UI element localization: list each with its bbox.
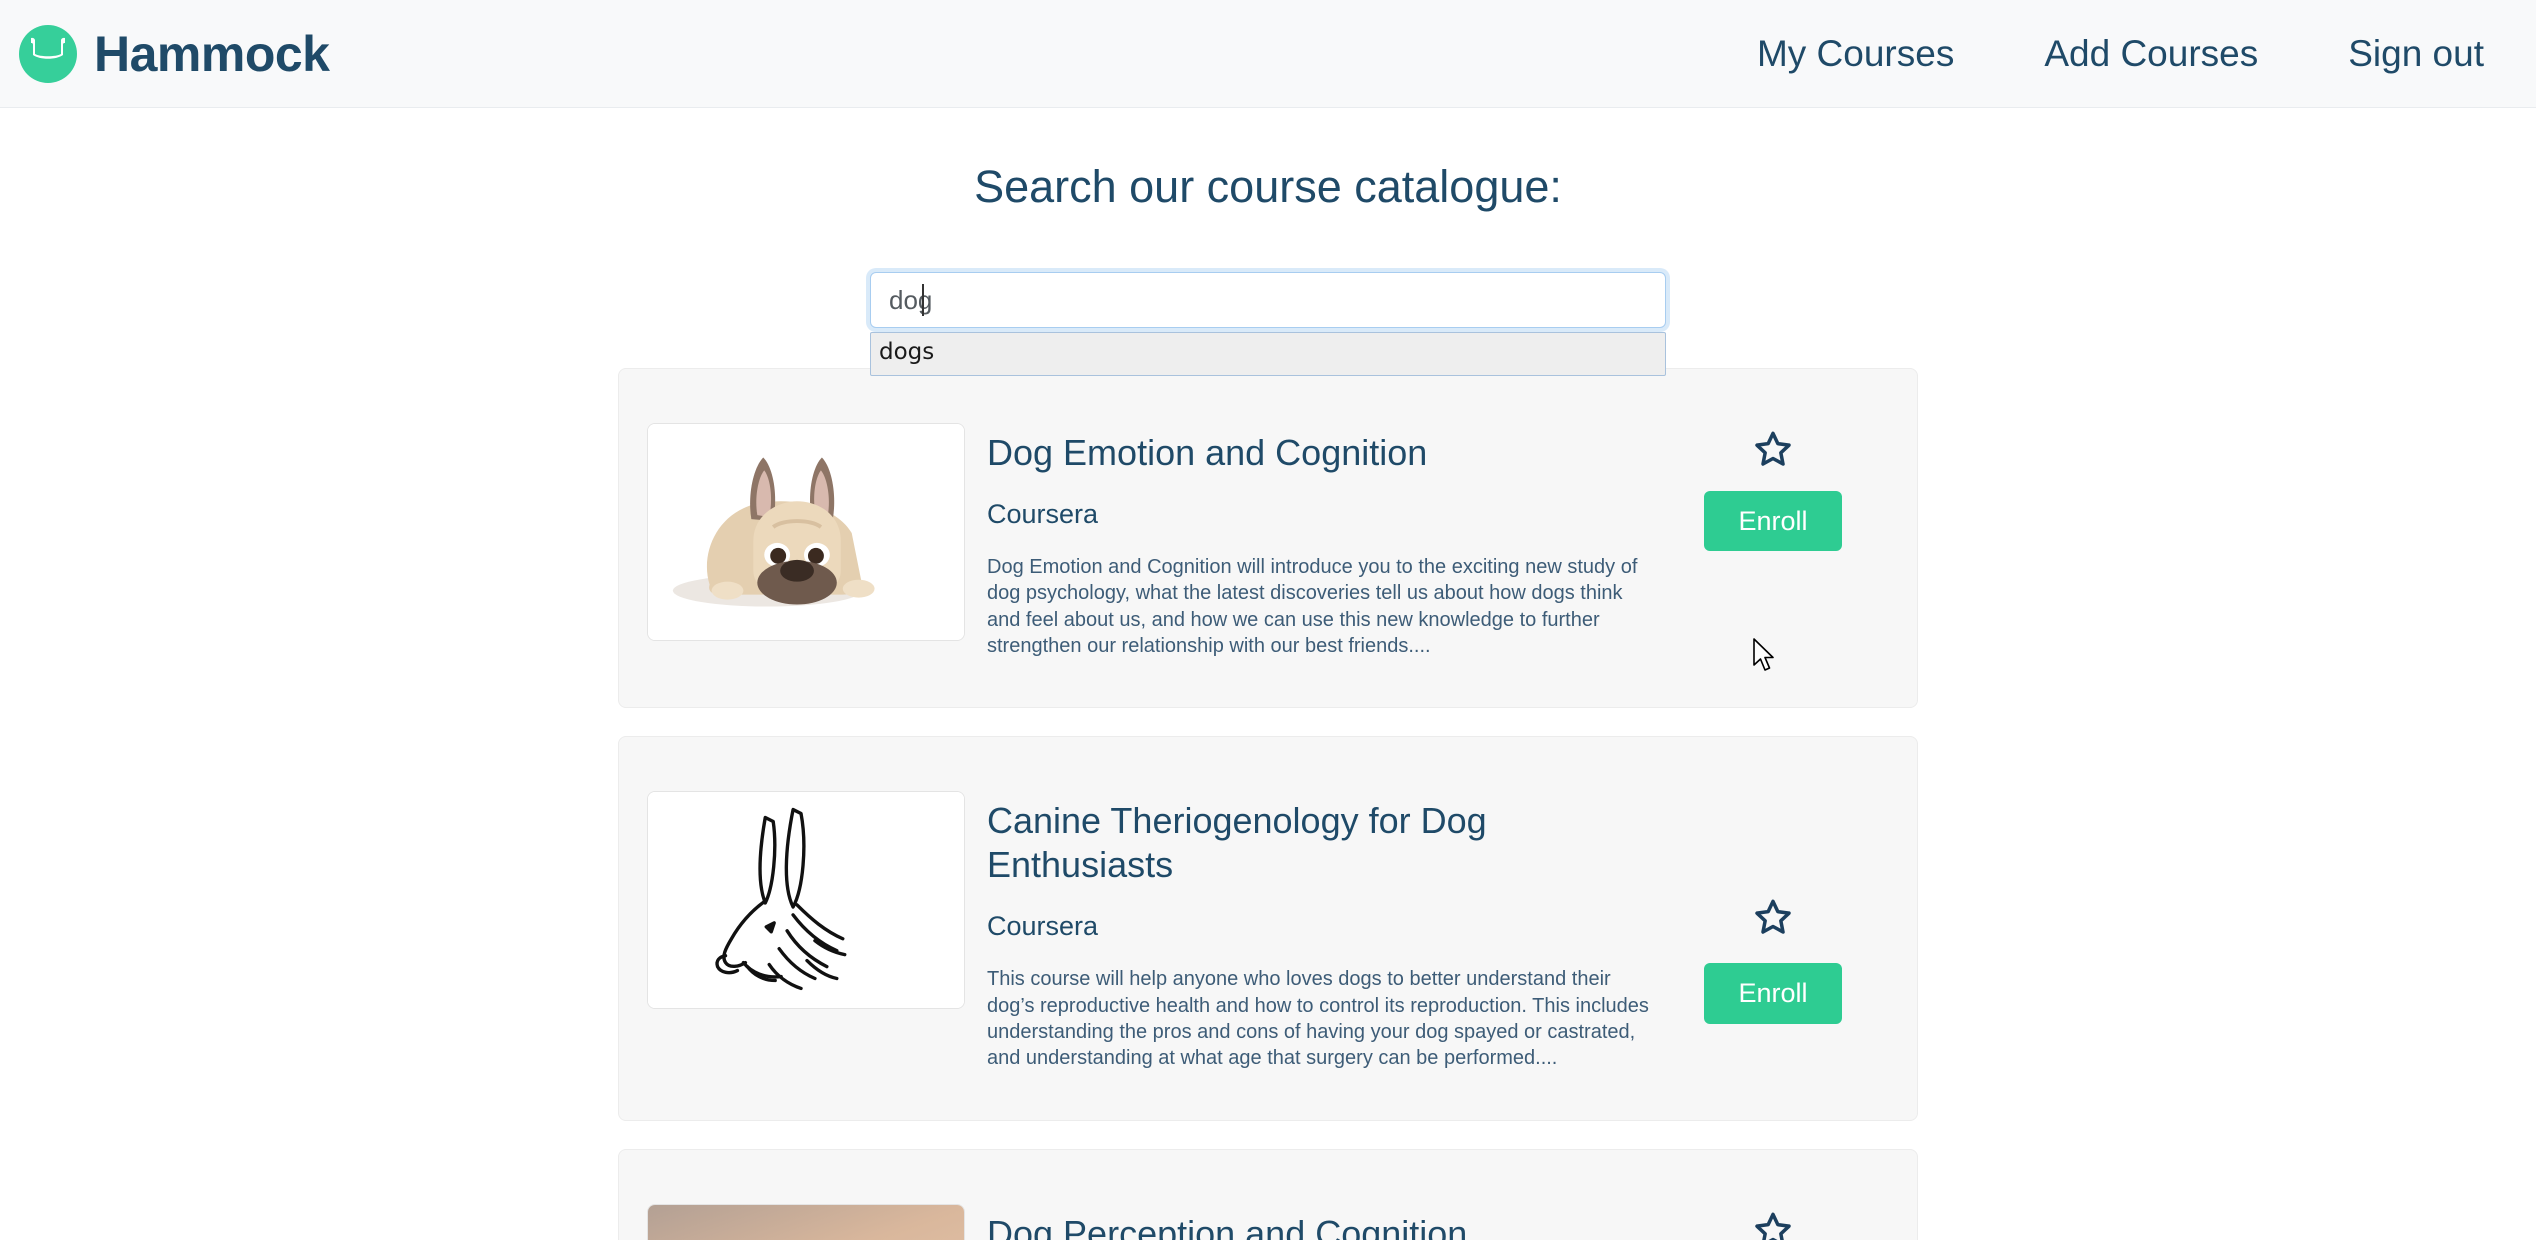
course-details: Dog Perception and Cognition: [965, 1198, 1673, 1240]
star-outline-icon[interactable]: [1753, 1210, 1793, 1240]
course-results-list: Dog Emotion and Cognition Coursera Dog E…: [618, 368, 1918, 1240]
hammock-logo-icon: [18, 24, 78, 84]
course-actions: Enroll: [1673, 1198, 1873, 1240]
course-thumbnail: [647, 1203, 965, 1240]
enroll-button[interactable]: Enroll: [1704, 963, 1842, 1024]
nav-sign-out[interactable]: Sign out: [2348, 35, 2484, 72]
course-card[interactable]: Canine Theriogenology for Dog Enthusiast…: [618, 736, 1918, 1121]
nav-my-courses[interactable]: My Courses: [1757, 35, 1954, 72]
course-details: Canine Theriogenology for Dog Enthusiast…: [965, 785, 1673, 1071]
course-provider: Coursera: [987, 498, 1099, 529]
star-outline-icon[interactable]: [1753, 429, 1793, 469]
course-title[interactable]: Dog Perception and Cognition: [987, 1212, 1647, 1240]
search-area: dogs: [870, 272, 1666, 376]
enroll-button[interactable]: Enroll: [1704, 491, 1842, 552]
tan-gradient-photo: [648, 1204, 964, 1240]
course-actions: Enroll: [1673, 417, 1873, 552]
course-details: Dog Emotion and Cognition Coursera Dog E…: [965, 417, 1673, 659]
brand-name: Hammock: [94, 25, 330, 82]
course-description: This course will help anyone who loves d…: [987, 968, 1649, 1070]
primary-navigation: My Courses Add Courses Sign out: [1757, 35, 2484, 72]
course-thumbnail: [647, 791, 965, 1010]
search-suggestions-dropdown[interactable]: dogs: [870, 332, 1666, 376]
nav-add-courses[interactable]: Add Courses: [2044, 35, 2258, 72]
page-content: Search our course catalogue: dogs: [0, 108, 2536, 1240]
course-title[interactable]: Dog Emotion and Cognition: [987, 431, 1647, 475]
course-card[interactable]: Dog Emotion and Cognition Coursera Dog E…: [618, 368, 1918, 709]
course-card[interactable]: Dog Perception and Cognition Enroll: [618, 1148, 1918, 1240]
course-title[interactable]: Canine Theriogenology for Dog Enthusiast…: [987, 799, 1507, 887]
course-thumbnail: [647, 423, 965, 641]
course-actions: Enroll: [1673, 785, 1873, 1024]
text-cursor-caret: [922, 284, 924, 316]
search-input[interactable]: [870, 272, 1666, 328]
brand-home-link[interactable]: Hammock: [18, 24, 330, 84]
course-provider: Coursera: [987, 911, 1099, 942]
top-navbar: Hammock My Courses Add Courses Sign out: [0, 0, 2536, 108]
suggestion-item[interactable]: dogs: [871, 333, 1665, 375]
star-outline-icon[interactable]: [1753, 897, 1793, 937]
course-description: Dog Emotion and Cognition will introduce…: [987, 555, 1638, 658]
page-title: Search our course catalogue:: [974, 161, 1562, 212]
